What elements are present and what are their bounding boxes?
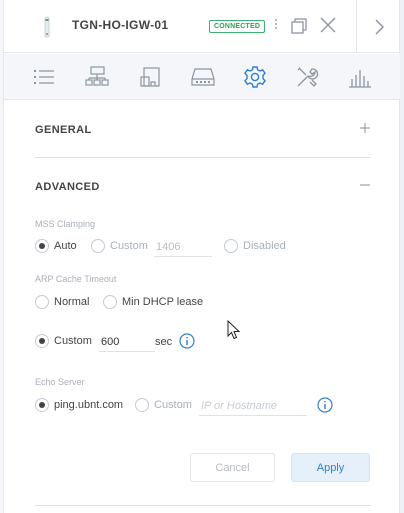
status-badge: CONNECTED xyxy=(209,20,266,33)
echo-custom-option[interactable]: Custom xyxy=(135,398,192,412)
arp-timeout-input[interactable] xyxy=(99,332,155,352)
echo-server-label: Echo Server xyxy=(35,377,85,387)
radio-unselected[interactable] xyxy=(35,295,49,309)
expand-plus-icon[interactable] xyxy=(359,122,371,134)
mss-custom-option[interactable]: Custom xyxy=(91,239,148,253)
radio-selected[interactable] xyxy=(35,398,49,412)
ports-icon[interactable] xyxy=(138,64,164,90)
mouse-cursor-icon xyxy=(227,320,241,340)
radio-selected[interactable] xyxy=(35,334,49,348)
more-icon[interactable] xyxy=(272,17,280,37)
settings-icon[interactable] xyxy=(242,64,268,90)
right-edge-strip xyxy=(400,0,404,513)
mss-auto-label: Auto xyxy=(54,240,77,252)
mss-disabled-option[interactable]: Disabled xyxy=(224,239,286,253)
apply-button[interactable]: Apply xyxy=(291,453,370,482)
close-icon[interactable] xyxy=(318,15,338,35)
section-divider xyxy=(35,505,371,506)
tools-icon[interactable] xyxy=(294,64,320,90)
general-section-title: GENERAL xyxy=(35,124,92,136)
arp-timeout-label: ARP Cache Timeout xyxy=(35,274,117,284)
panel-toolbar xyxy=(4,54,400,100)
expand-panel-button[interactable] xyxy=(356,0,400,53)
statistics-icon[interactable] xyxy=(347,64,373,90)
echo-custom-label: Custom xyxy=(154,399,192,411)
echo-default-option[interactable]: ping.ubnt.com xyxy=(35,398,123,412)
chevron-right-icon xyxy=(375,19,384,34)
device-storage-icon[interactable] xyxy=(190,64,216,90)
list-icon[interactable] xyxy=(31,64,57,90)
collapse-minus-icon[interactable] xyxy=(359,179,371,191)
info-icon[interactable] xyxy=(179,333,195,349)
advanced-section-title: ADVANCED xyxy=(35,181,100,193)
device-properties-panel: TGN-HO-IGW-01 CONNECTED GENERAL ADVANCED… xyxy=(4,0,400,513)
mss-auto-option[interactable]: Auto xyxy=(35,239,77,253)
info-icon[interactable] xyxy=(317,397,333,413)
device-icon xyxy=(44,16,50,38)
device-name: TGN-HO-IGW-01 xyxy=(72,18,169,32)
mss-value-input[interactable] xyxy=(154,237,212,257)
arp-min-dhcp-option[interactable]: Min DHCP lease xyxy=(103,295,203,309)
arp-normal-option[interactable]: Normal xyxy=(35,295,89,309)
echo-default-label: ping.ubnt.com xyxy=(54,399,124,411)
mss-custom-label: Custom xyxy=(110,240,148,252)
radio-selected[interactable] xyxy=(35,239,49,253)
radio-unselected[interactable] xyxy=(135,398,149,412)
radio-unselected[interactable] xyxy=(103,295,117,309)
mss-disabled-label: Disabled xyxy=(243,240,286,252)
cancel-button[interactable]: Cancel xyxy=(190,453,275,482)
radio-unselected[interactable] xyxy=(224,239,238,253)
arp-unit-label: sec xyxy=(155,336,173,348)
arp-min-dhcp-label: Min DHCP lease xyxy=(122,296,204,308)
radio-unselected[interactable] xyxy=(91,239,105,253)
topology-icon[interactable] xyxy=(84,64,110,90)
echo-host-input[interactable] xyxy=(199,396,307,416)
restore-icon[interactable] xyxy=(290,17,308,35)
general-section-header[interactable]: GENERAL xyxy=(35,104,371,158)
panel-header: TGN-HO-IGW-01 CONNECTED xyxy=(4,0,400,53)
mss-clamping-label: MSS Clamping xyxy=(35,219,96,229)
arp-normal-label: Normal xyxy=(54,296,90,308)
arp-custom-option[interactable]: Custom xyxy=(35,334,92,348)
advanced-section-header[interactable]: ADVANCED xyxy=(35,161,371,215)
arp-custom-label: Custom xyxy=(54,335,92,347)
